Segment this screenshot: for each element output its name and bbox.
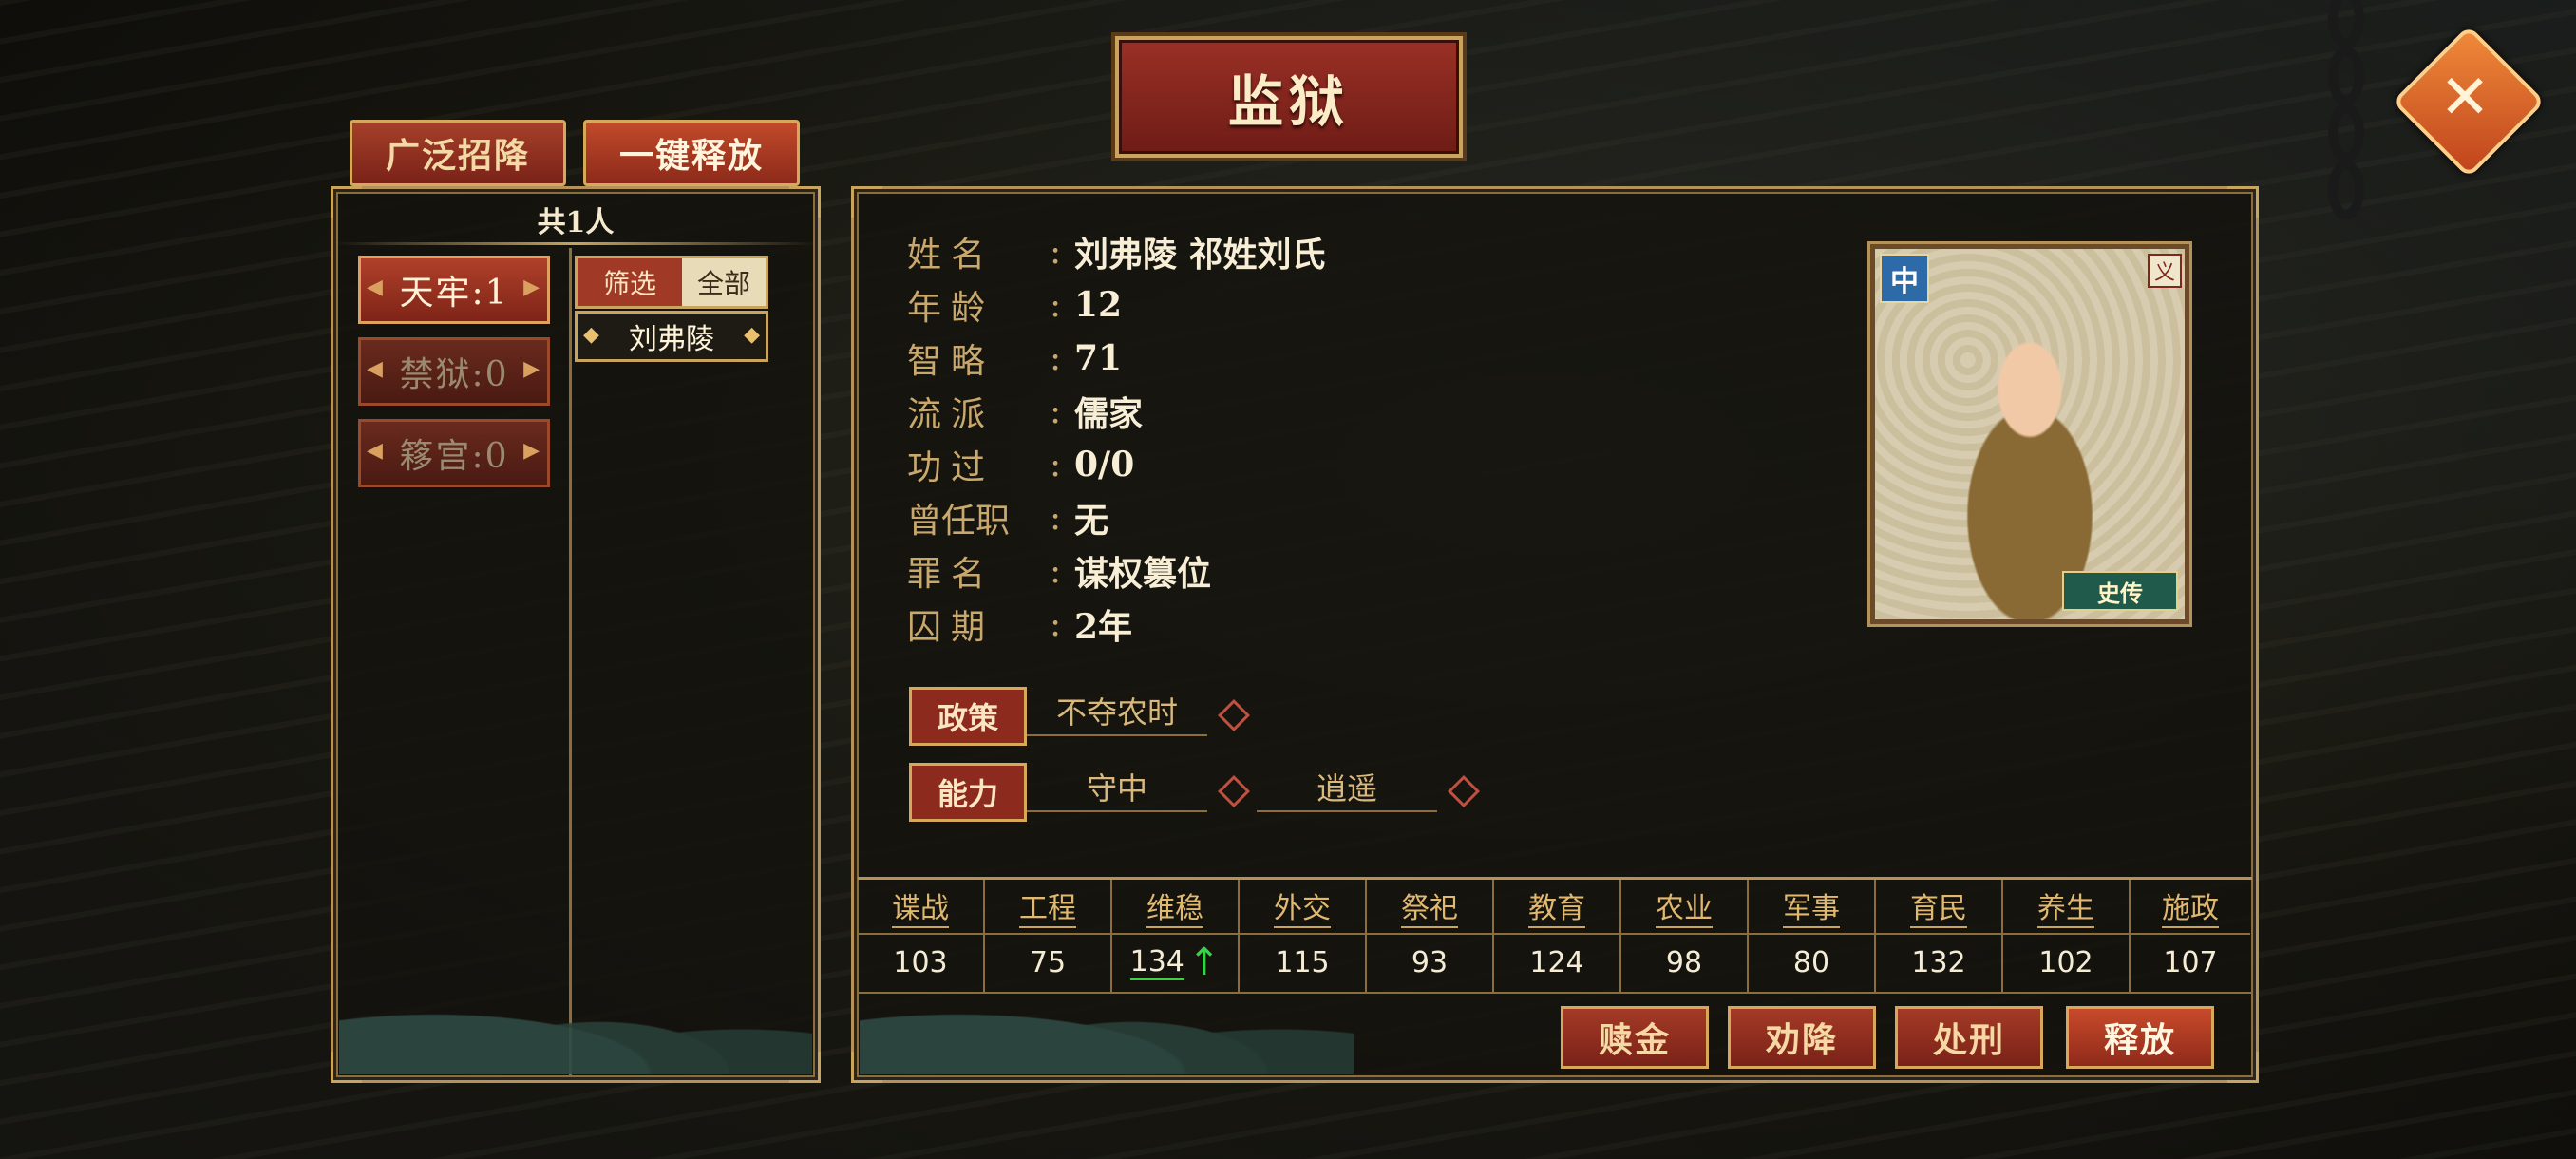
category-label: 天牢:1 [399,274,509,313]
total-count: 共1人 [537,206,615,239]
prisoner-list-panel: 共1人 ◀ 天牢:1 ▶ ◀ 禁狱:0 ▶ ◀ 簃宫:0 ▶ 筛选 全部 ◆ 刘… [331,186,821,1083]
info-value: 71 [1074,338,1123,378]
info-key: 囚期 [907,608,995,647]
info-value: 谋权篡位 [1074,554,1212,594]
diamond-icon [1218,775,1250,808]
stat-header: 工程 [1019,884,1076,928]
prisoner-name: 刘弗陵 [629,323,714,356]
info-value: 12 [1074,285,1123,325]
stat-value: 132 [1911,945,1966,979]
stat-header: 教育 [1528,884,1585,928]
release-all-button[interactable]: 一键释放 [583,120,800,186]
info-value: 儒家 [1074,394,1144,434]
release-button[interactable]: 释放 [2066,1006,2214,1069]
stat-column: 育民 132 [1876,880,2003,992]
stat-column: 教育 124 [1494,880,1621,992]
ability-item[interactable]: 守中 [1027,763,1207,812]
stat-column: 军事 80 [1749,880,1876,992]
stat-value: 102 [2038,945,2093,979]
trait-badge: 义 [2148,254,2182,288]
stat-value: 107 [2163,945,2218,979]
diamond-icon: ◆ [583,323,599,347]
stat-header: 外交 [1274,884,1331,928]
info-value: 2年 [1074,607,1133,647]
info-row-crime: 罪名: 谋权篡位 [907,546,1211,596]
category-tianlao[interactable]: ◀ 天牢:1 ▶ [358,256,550,324]
filter-value[interactable]: 全部 [682,258,766,306]
info-row-sentence: 囚期: 2年 [907,599,1132,649]
info-value: 无 [1074,501,1109,541]
info-row-merit: 功过: 0/0 [907,440,1134,489]
info-key: 功过 [907,448,995,487]
arrow-right-icon: ▶ [523,276,541,299]
stat-header: 谍战 [892,884,949,928]
stat-value: 98 [1665,945,1703,979]
recruit-button[interactable]: 广泛招降 [350,120,566,186]
arrow-left-icon: ◀ [367,357,385,381]
category-label: 禁狱:0 [399,355,509,394]
info-row-school: 流派: 儒家 [907,387,1143,436]
policy-label: 政策 [909,687,1027,746]
arrow-left-icon: ◀ [367,439,385,463]
persuade-button[interactable]: 劝降 [1728,1006,1876,1069]
stat-column: 祭祀 93 [1367,880,1494,992]
execute-button[interactable]: 处刑 [1895,1006,2043,1069]
stat-column: 施政 107 [2131,880,2250,992]
category-jinyu[interactable]: ◀ 禁狱:0 ▶ [358,337,550,406]
chain-decoration [2328,0,2364,219]
prisoner-list-item[interactable]: ◆ 刘弗陵 ◆ [575,311,768,362]
info-row-former-post: 曾任职: 无 [907,493,1108,542]
stat-header: 施政 [2162,884,2219,928]
category-label: 簃宫:0 [399,437,509,476]
stat-header: 育民 [1910,884,1967,928]
category-yigong[interactable]: ◀ 簃宫:0 ▶ [358,419,550,487]
ability-label: 能力 [909,763,1027,822]
stat-value: 93 [1411,945,1449,979]
info-key: 姓名 [907,236,995,275]
arrow-right-icon: ▶ [523,357,541,381]
history-badge: 史传 [2062,571,2178,611]
ability-item[interactable]: 逍遥 [1257,763,1437,812]
page-title: 监狱 [1115,36,1463,158]
stat-header: 维稳 [1146,884,1203,928]
stat-value: 124 [1529,945,1584,979]
info-value: 刘弗陵 祁姓刘氏 [1074,235,1326,275]
stat-value: 80 [1792,945,1830,979]
prisoner-detail-panel: 姓名: 刘弗陵 祁姓刘氏 年龄: 12 智略: 71 流派: 儒家 功过: 0/… [851,186,2259,1083]
info-key: 流派 [907,395,995,434]
filter-control[interactable]: 筛选 全部 [575,256,768,309]
info-key: 罪名 [907,555,995,594]
ransom-button[interactable]: 赎金 [1561,1006,1709,1069]
diamond-icon: ◆ [744,323,760,347]
mountain-decoration [339,970,812,1074]
stat-header: 祭祀 [1401,884,1458,928]
arrow-right-icon: ▶ [523,439,541,463]
arrow-left-icon: ◀ [367,276,385,299]
stat-header: 养生 [2037,884,2094,928]
diamond-icon [1218,699,1250,732]
stat-column: 农业 98 [1621,880,1749,992]
rank-badge: 中 [1880,254,1929,303]
info-key: 年龄 [907,289,995,328]
stat-column: 养生 102 [2003,880,2131,992]
filter-label[interactable]: 筛选 [578,258,682,306]
mountain-decoration [860,970,1354,1074]
info-value: 0/0 [1074,445,1135,484]
stat-header: 军事 [1783,884,1840,928]
info-row-intellect: 智略: 71 [907,333,1122,383]
info-row-name: 姓名: 刘弗陵 祁姓刘氏 [907,227,1326,276]
close-icon[interactable]: ✕ [2415,48,2515,148]
diamond-icon [1448,775,1480,808]
policy-item[interactable]: 不夺农时 [1027,687,1207,736]
info-row-age: 年龄: 12 [907,280,1122,330]
info-key: 曾任职 [907,502,1011,541]
stat-header: 农业 [1656,884,1713,928]
info-key: 智略 [907,342,995,381]
